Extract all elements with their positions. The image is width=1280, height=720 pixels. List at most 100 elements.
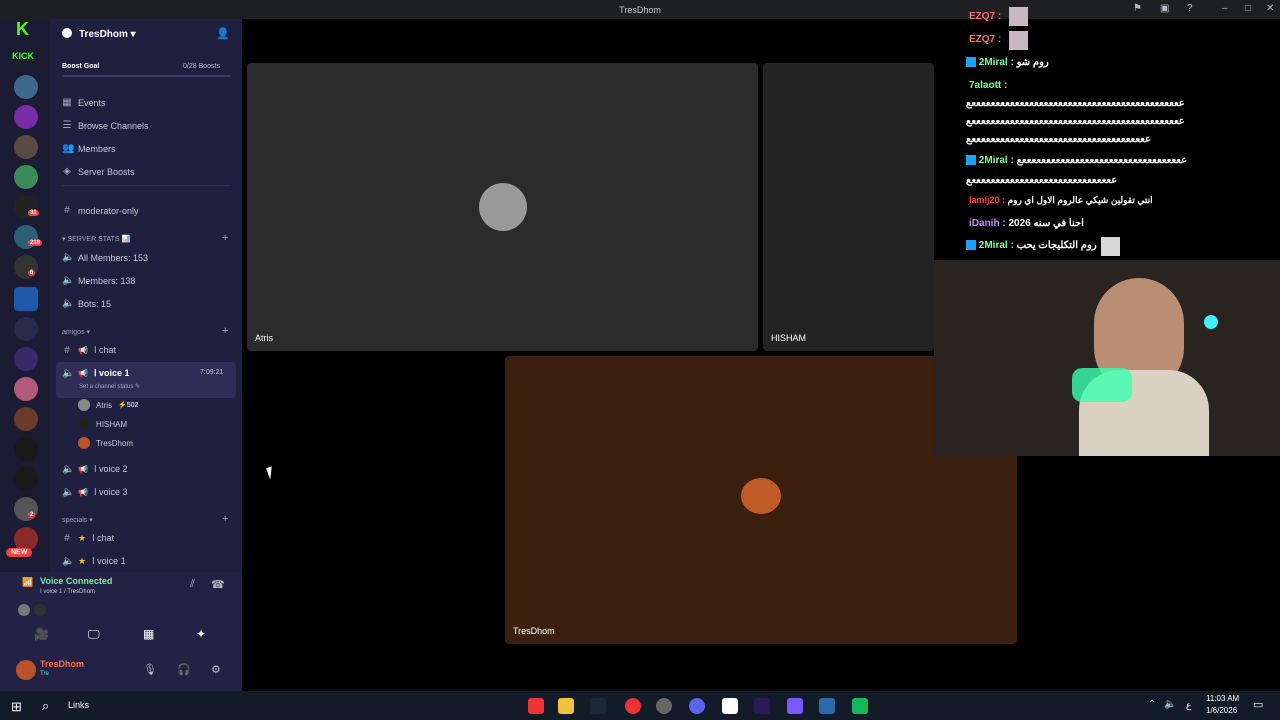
folder-icon[interactable] [14,287,38,311]
channel-moderator-only[interactable]: # moderator-only [62,205,138,216]
voice-connected-status[interactable]: Voice Connected [40,576,112,586]
microphone-light [1072,368,1132,402]
chat-message: 7alaott : [969,80,1008,91]
category-amigos[interactable]: amigos ▾ [62,328,90,336]
star-icon: ★ [78,533,87,543]
category-server-stats[interactable]: ▾ SERVER STATS 📊 [62,235,130,243]
notion-icon[interactable] [722,698,738,714]
server-icon[interactable] [14,135,38,159]
chat-message: عععععععععععععععععععععععععععععععععععععع [966,134,1151,145]
nav-events[interactable]: ▦ Events [62,97,105,108]
search-icon[interactable]: ⌕ [42,698,49,714]
video-tile-hisham[interactable]: HISHAM [763,63,934,351]
tile-name: HISHAM [771,333,807,343]
server-icon[interactable] [14,437,38,461]
app-icon[interactable] [852,698,868,714]
notification-badge: 31 [28,210,39,216]
channel-stat[interactable]: 🔈 Members: 138 [62,275,136,286]
add-channel-icon[interactable]: + [222,232,228,244]
headphones-icon[interactable]: 🎧 [177,663,191,676]
discord-home-icon[interactable]: K [16,19,29,40]
server-icon[interactable] [14,497,38,521]
megaphone-icon: 📢 [78,369,88,378]
invite-icon[interactable]: 👤 [216,27,230,40]
settings-icon[interactable]: ⚙ [211,663,221,676]
boost-goal-label[interactable]: Boost Goal [62,63,99,70]
tray-chevron-icon[interactable]: ⌃ [1148,699,1156,710]
notification-icon[interactable]: ▭ [1253,698,1263,711]
user-name[interactable]: TresDhom [40,659,84,669]
add-channel-icon[interactable]: + [222,325,228,337]
emote [1009,31,1028,50]
search-label[interactable]: Links [68,700,89,710]
nav-server-boosts[interactable]: ◈ Server Boosts [62,166,134,177]
server-icon[interactable] [14,347,38,371]
disconnect-icon[interactable]: ☎ [211,578,225,591]
server-avatar-icon [62,28,72,38]
user-sub: Tre [40,671,49,677]
channel-stat[interactable]: 🔈 All Members: 153 [62,252,148,263]
hash-icon: # [64,205,70,216]
voice-member-atris[interactable]: Atris ⚡502 [78,399,138,411]
channel-specials-chat[interactable]: # ★ ا chat [62,533,114,544]
server-icon[interactable] [14,75,38,99]
calendar-icon: ▦ [62,97,72,108]
avatar [479,183,527,231]
server-icon[interactable] [14,255,38,279]
windows-start-icon[interactable]: ⊞ [11,699,22,715]
category-specials[interactable]: specials ▾ [62,516,93,524]
channel-voice-2[interactable]: 🔈 📢 ا voice 2 [62,464,128,475]
clock-time[interactable]: 11:03 AM [1206,694,1239,703]
server-icon[interactable] [14,407,38,431]
volume-icon[interactable]: 🔈 [1164,699,1176,710]
server-name[interactable]: TresDhom ▾ [79,29,136,40]
activities-icon[interactable]: ▦ [143,627,154,641]
voice-member-tresdhom[interactable]: TresDhom [78,437,133,449]
app-icon[interactable] [819,698,835,714]
app-icon[interactable] [625,698,641,714]
video-tile-atris[interactable]: Atris [247,63,758,351]
megaphone-icon: 📢 [78,488,88,497]
server-icon[interactable] [14,467,38,491]
notification-badge: 218 [28,240,43,246]
screen-share-icon[interactable]: 🖵 [88,627,100,642]
voice-location[interactable]: ا voice 1 / TresDhom [40,588,95,595]
microphone-icon[interactable]: 🎙 [143,663,157,676]
signal-icon[interactable]: 📶 [22,577,33,588]
language-indicator[interactable]: ع [1186,700,1191,711]
voice-panel: 📶 Voice Connected ا voice 1 / TresDhom ⫽… [0,572,242,691]
channel-voice-3[interactable]: 🔈 📢 ا voice 3 [62,487,128,498]
channel-stat[interactable]: 🔈 Bots: 15 [62,298,111,309]
add-channel-icon[interactable]: + [222,513,228,525]
app-icon[interactable] [787,698,803,714]
hash-icon: # [64,345,70,356]
avatar [18,604,30,616]
user-avatar[interactable] [16,660,36,680]
chrome-icon[interactable] [528,698,544,714]
channel-voice-1[interactable]: 🔈 📢 ا voice 1 [62,368,130,379]
channel-specials-voice-1[interactable]: 🔈 ★ ا voice 1 [62,556,126,567]
star-icon: ★ [78,556,87,566]
emote [1101,237,1120,256]
server-icon[interactable] [14,377,38,401]
soundboard-icon[interactable]: ✦ [196,627,206,641]
server-icon[interactable] [14,105,38,129]
server-icon[interactable] [14,165,38,189]
discord-icon[interactable] [689,698,705,714]
nav-browse-channels[interactable]: ☰ Browse Channels [62,120,149,131]
server-icon[interactable] [14,317,38,341]
premiere-icon[interactable] [754,698,770,714]
steam-icon[interactable] [590,698,606,714]
camera-icon[interactable]: 🎥 [34,627,49,641]
clock-date[interactable]: 1/6/2026 [1206,706,1237,715]
divider [62,185,230,186]
obs-icon[interactable] [656,698,672,714]
channel-chat[interactable]: # 📢 ا chat [62,345,116,356]
nav-members[interactable]: 👥 Members [62,143,116,154]
file-explorer-icon[interactable] [558,698,574,714]
channel-status-prompt[interactable]: Set a channel status ✎ [79,383,140,390]
speaker-icon: 🔈 [62,368,75,379]
noise-suppression-icon[interactable]: ⫽ [190,578,195,591]
voice-member-hisham[interactable]: HISHAM [78,418,127,430]
voice-timer: 7:09:21 [200,369,224,376]
